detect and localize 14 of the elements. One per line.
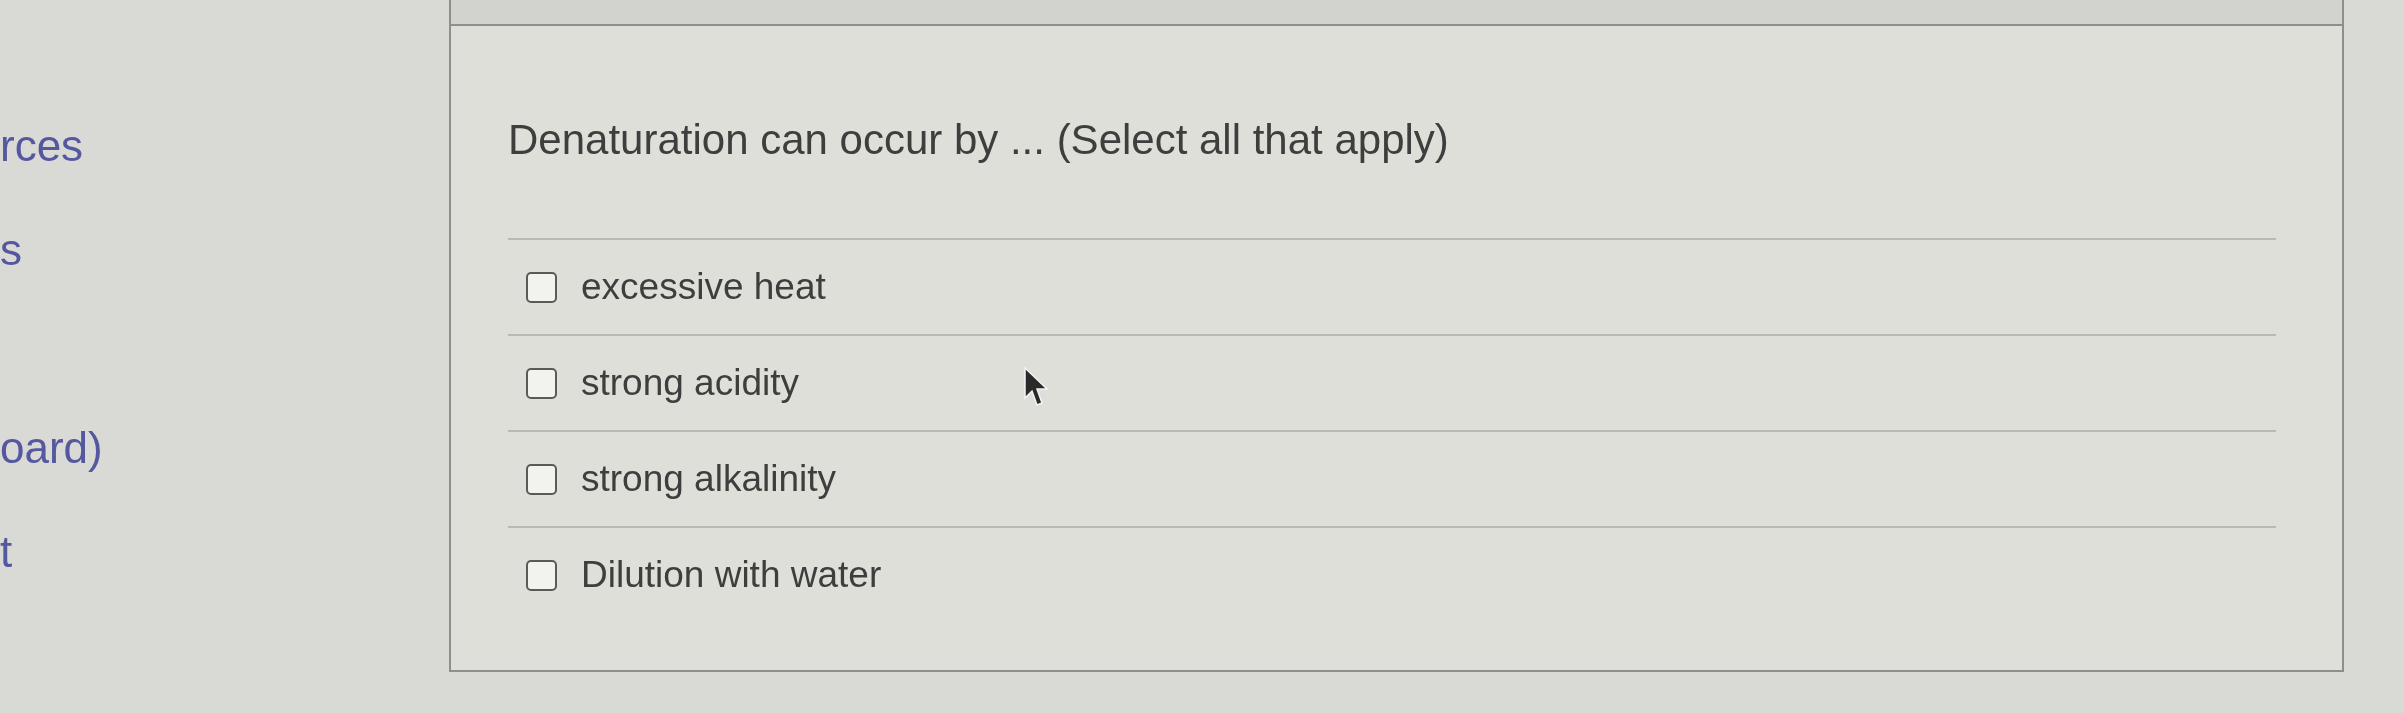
checkbox[interactable]: [526, 559, 557, 591]
nav-link[interactable]: s: [0, 224, 22, 276]
question-text: Denaturation can occur by ... (Select all that apply): [508, 115, 1449, 165]
option-label[interactable]: strong acidity: [581, 360, 799, 406]
option-label[interactable]: excessive heat: [581, 264, 826, 310]
nav-link[interactable]: oard): [0, 422, 103, 474]
option-label[interactable]: strong alkalinity: [581, 456, 836, 502]
mouse-pointer-icon: [1024, 367, 1050, 409]
nav-link[interactable]: t: [0, 526, 13, 578]
checkbox[interactable]: [526, 463, 557, 495]
checkbox[interactable]: [526, 271, 557, 303]
nav-link[interactable]: rces: [0, 120, 84, 172]
checkbox[interactable]: [526, 367, 557, 399]
option-label[interactable]: Dilution with water: [581, 552, 882, 598]
